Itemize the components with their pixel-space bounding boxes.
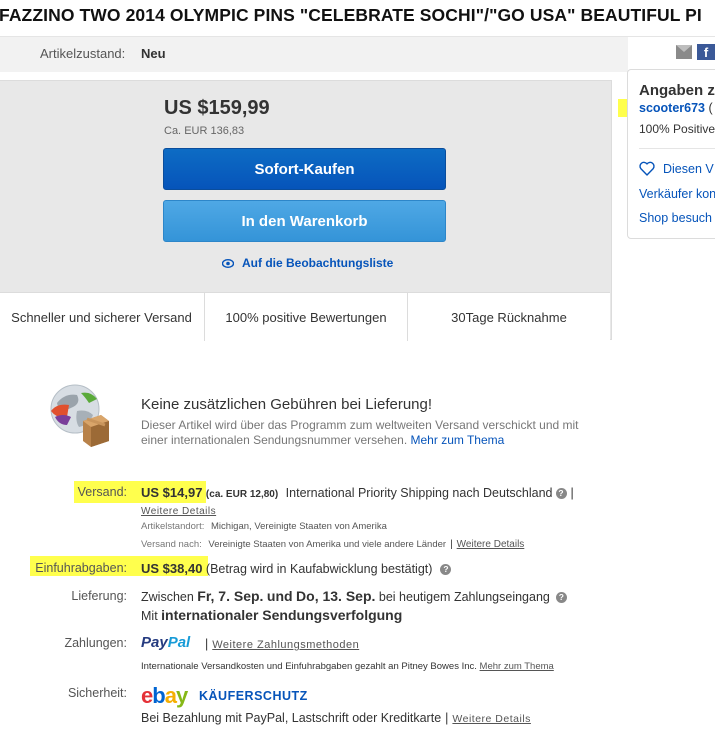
more-payment-methods-link[interactable]: Weitere Zahlungsmethoden: [212, 639, 359, 651]
payments-note-text: Internationale Versandkosten und Einfuhr…: [141, 661, 477, 672]
import-price: US $38,40: [141, 561, 203, 576]
free-shipping-title: Keine zusätzlichen Gebühren bei Lieferun…: [141, 396, 433, 413]
seller-panel-title: Angaben z: [639, 82, 715, 99]
visit-shop-link[interactable]: Shop besuch: [639, 211, 712, 225]
delivery-and: und: [266, 588, 293, 604]
help-icon[interactable]: ?: [555, 592, 567, 603]
seller-name-suffix: (: [705, 101, 713, 115]
shipping-details-link[interactable]: Weitere Details: [141, 506, 216, 517]
item-location: Artikelstandort: Michigan, Vereinigte St…: [141, 521, 387, 532]
security-text: Bei Bezahlung mit PayPal, Lastschrift od…: [141, 711, 442, 725]
feature-positive-ratings: 100% positive Bewertungen: [204, 293, 407, 341]
shipping-converted: (ca. EUR 12,80): [205, 489, 279, 500]
save-seller-link[interactable]: Diesen V: [663, 162, 714, 176]
import-note: (Betrag wird in Kaufabwicklung bestätigt…: [205, 562, 433, 576]
free-shipping-description: Dieser Artikel wird über das Programm zu…: [141, 418, 579, 447]
seller-feedback: 100% Positive: [639, 122, 715, 136]
divider: [639, 148, 715, 149]
ships-to-label: Versand nach:: [141, 539, 202, 550]
price-converted-prefix: Ca.: [164, 125, 182, 137]
security-label: Sicherheit:: [67, 686, 127, 700]
delivery-prefix: Zwischen: [141, 590, 194, 604]
facebook-icon[interactable]: f: [697, 44, 715, 60]
separator: |: [450, 539, 453, 550]
ebay-logo-e: e: [141, 683, 153, 708]
ebay-logo-a: a: [164, 683, 177, 708]
price: US $159,99: [164, 97, 270, 119]
contact-seller-link[interactable]: Verkäufer kon: [639, 187, 715, 201]
import-line: US $38,40 (Betrag wird in Kaufabwicklung…: [141, 561, 452, 576]
ships-to-value: Vereinigte Staaten von Amerika und viele…: [208, 539, 447, 550]
ships-to: Versand nach: Vereinigte Staaten von Ame…: [141, 539, 524, 550]
security-line: Bei Bezahlung mit PayPal, Lastschrift od…: [141, 711, 531, 725]
buy-box: US $159,99 Ca. EUR 136,83 Sofort-Kaufen …: [0, 80, 612, 341]
ebay-logo-y: y: [175, 683, 188, 708]
seller-name[interactable]: scooter673: [639, 101, 705, 115]
help-icon[interactable]: ?: [555, 488, 567, 499]
add-to-cart-button[interactable]: In den Warenkorb: [163, 200, 446, 242]
seller-panel: Angaben z scooter673 ( 100% Positive Die…: [627, 69, 715, 239]
payments-more: | Weitere Zahlungsmethoden: [205, 637, 359, 651]
delivery-tracking: Mit internationaler Sendungsverfolgung: [141, 607, 402, 623]
free-shipping-text: Dieser Artikel wird über das Programm zu…: [141, 418, 591, 448]
separator: |: [205, 637, 209, 651]
import-label: Einfuhrabgaben:: [35, 561, 127, 575]
condition-label: Artikelzustand:: [40, 46, 126, 61]
condition-row: Artikelzustand: Neu: [0, 37, 628, 72]
shipping-service: International Priority Shipping nach Deu…: [285, 486, 553, 500]
delivery-to: Do, 13. Sep.: [296, 588, 376, 604]
shipping-price: US $14,97: [141, 485, 203, 500]
delivery-from: Fr, 7. Sep.: [197, 588, 264, 604]
help-icon[interactable]: ?: [440, 564, 452, 575]
buy-now-button[interactable]: Sofort-Kaufen: [163, 148, 446, 190]
paypal-logo-pay: Pay: [141, 634, 168, 651]
watch-link[interactable]: Auf die Beobachtungsliste: [242, 256, 393, 270]
free-shipping-more-link[interactable]: Mehr zum Thema: [411, 433, 505, 447]
payments-label: Zahlungen:: [64, 636, 127, 650]
mail-icon[interactable]: [676, 45, 692, 59]
item-title: FAZZINO TWO 2014 OLYMPIC PINS "CELEBRATE…: [0, 5, 702, 25]
ebay-logo: ebay: [141, 683, 188, 709]
shipping-details-row: Weitere Details: [141, 503, 216, 517]
delivery-label: Lieferung:: [71, 589, 127, 603]
price-converted-value: EUR 136,83: [184, 125, 245, 137]
paypal-logo-pal: Pal: [167, 634, 191, 651]
delivery-line: Zwischen Fr, 7. Sep. und Do, 13. Sep. be…: [141, 588, 567, 604]
shipping-line: US $14,97 (ca. EUR 12,80) International …: [141, 485, 578, 500]
payments-note-link[interactable]: Mehr zum Thema: [480, 661, 554, 672]
security-details-link[interactable]: Weitere Details: [452, 713, 531, 725]
paypal-logo: PayPal: [141, 634, 190, 651]
feature-fast-shipping: Schneller und sicherer Versand: [11, 309, 192, 325]
item-location-value: Michigan, Vereinigte Staaten von Amerika: [211, 521, 387, 532]
global-shipping-icon: [50, 384, 109, 447]
eye-icon: [222, 259, 234, 268]
payments-note: Internationale Versandkosten und Einfuhr…: [141, 661, 554, 672]
buyer-protection-label: KÄUFERSCHUTZ: [199, 689, 308, 703]
shipping-label: Versand:: [77, 485, 127, 499]
delivery-tracking-text: internationaler Sendungsverfolgung: [161, 607, 403, 623]
separator: |: [445, 711, 449, 725]
ebay-logo-b: b: [152, 683, 165, 708]
condition-value: Neu: [141, 46, 166, 61]
feature-returns: 30Tage Rücknahme: [407, 293, 610, 341]
seller-line: scooter673 (: [639, 101, 713, 115]
separator: |: [570, 486, 574, 500]
price-converted: Ca. EUR 136,83: [164, 125, 244, 137]
features-bar: Schneller und sicherer Versand 100% posi…: [0, 292, 610, 341]
delivery-tracking-prefix: Mit: [141, 609, 158, 623]
item-location-label: Artikelstandort:: [141, 521, 205, 532]
heart-icon[interactable]: [639, 161, 655, 176]
title-bar: FAZZINO TWO 2014 OLYMPIC PINS "CELEBRATE…: [0, 0, 715, 36]
ships-to-details-link[interactable]: Weitere Details: [457, 539, 525, 550]
delivery-suffix: bei heutigem Zahlungseingang: [378, 590, 550, 604]
